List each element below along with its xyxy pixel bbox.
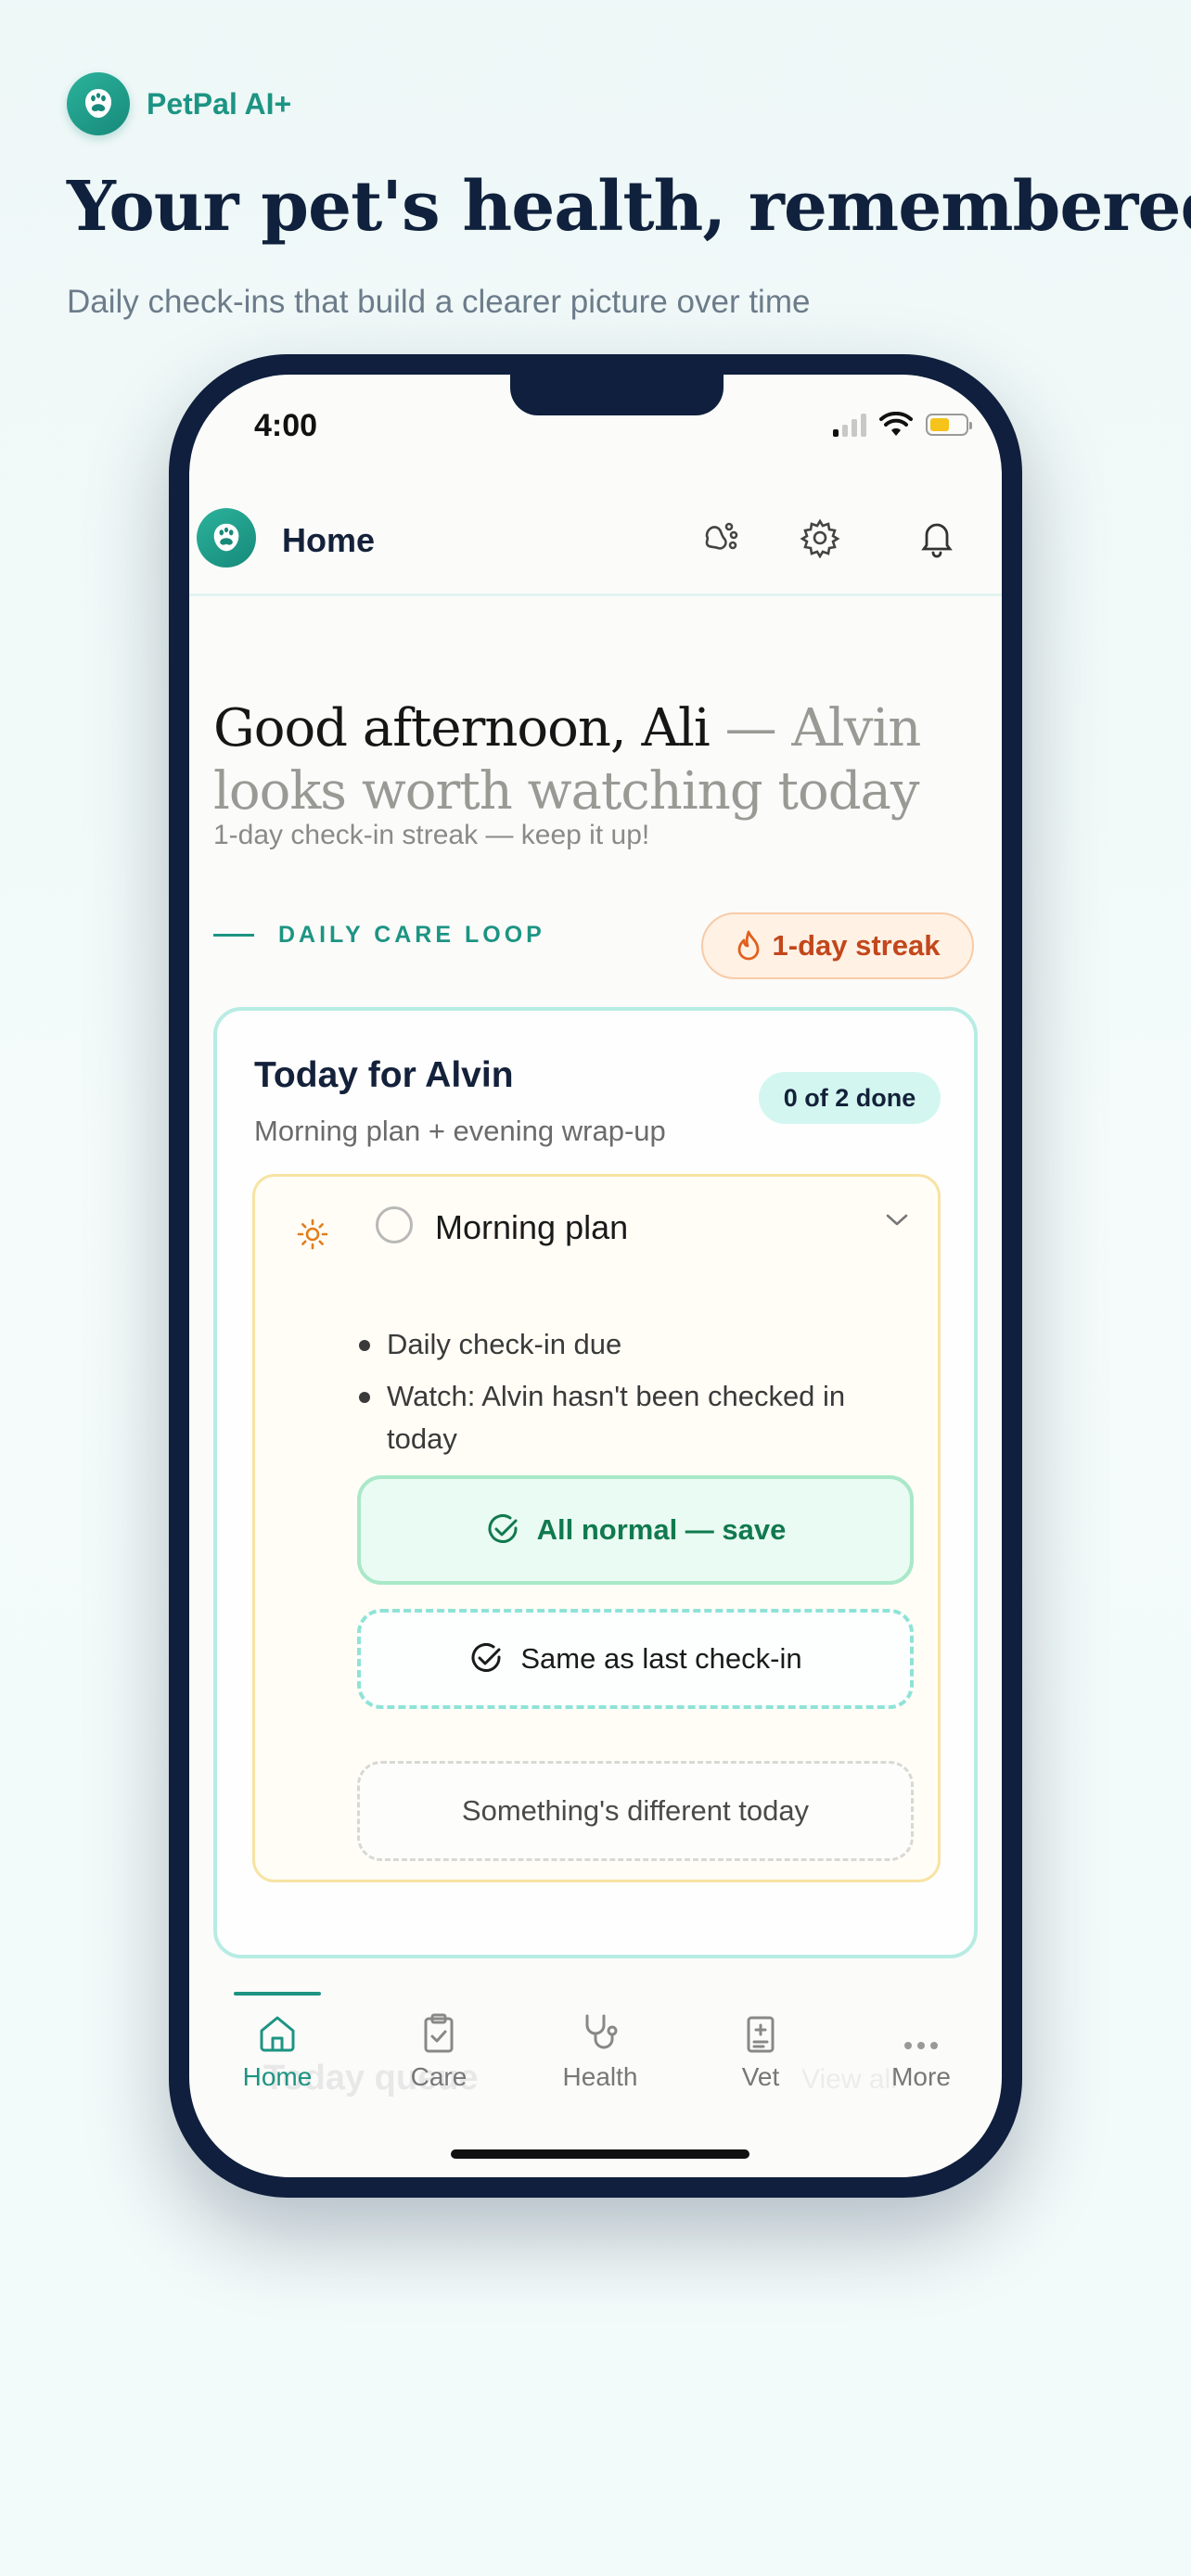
hero-subtitle: Daily check-ins that build a clearer pic… [67,284,811,320]
stethoscope-icon [540,2005,660,2055]
all-normal-save-button[interactable]: All normal — save [357,1475,914,1585]
tab-care[interactable]: Care [378,2005,499,2092]
plan-complete-checkbox[interactable] [376,1206,413,1243]
today-card-title: Today for Alvin [254,1055,514,1095]
something-different-label: Something's different today [461,1794,810,1827]
gear-icon[interactable] [798,516,842,560]
today-card: Today for Alvin Morning plan + evening w… [213,1007,978,1958]
tab-more[interactable]: More [861,2005,981,2092]
hero-title: Your pet's health, remembered [67,167,1191,247]
more-icon [861,2005,981,2055]
tab-label: Care [410,2062,467,2091]
sun-icon [294,1216,331,1257]
status-icons [833,412,972,438]
active-tab-indicator [234,1992,321,1996]
tab-label: Vet [741,2062,780,2091]
notch [510,375,724,415]
chevron-down-icon[interactable] [884,1210,910,1233]
medical-bag-icon [700,2005,821,2055]
streak-badge[interactable]: 1-day streak [701,912,974,979]
same-as-last-button[interactable]: Same as last check-in [357,1609,914,1709]
battery-icon [926,414,972,436]
streak-note: 1-day check-in streak — keep it up! [213,820,650,850]
phone-screen: 4:00 Home Good afternoon, Ali — Alvin lo… [189,375,1002,2177]
wifi-icon [879,412,913,436]
today-card-subtitle: Morning plan + evening wrap-up [254,1115,666,1147]
greeting-main: Good afternoon, Ali [213,698,711,759]
greeting-heading: Good afternoon, Ali — Alvin looks worth … [213,697,955,823]
app-logo-icon[interactable] [197,508,256,567]
clipboard-icon [378,2005,499,2055]
flame-icon [737,930,759,961]
morning-plan-card[interactable]: Morning plan Daily check-in due Watch: A… [252,1174,941,1882]
app-bar: Home [189,484,1002,596]
section-divider [213,934,254,937]
app-title: Home [282,521,376,559]
brand-name: PetPal AI+ [147,86,292,121]
home-icon [217,2005,338,2055]
check-circle-icon [488,1514,518,1543]
phone-frame: 4:00 Home Good afternoon, Ali — Alvin lo… [169,354,1022,2198]
section-label: DAILY CARE LOOP [213,922,545,949]
signal-icon [833,413,866,437]
tab-label: Health [562,2062,638,2091]
paw-logo-icon [67,72,130,135]
bell-icon[interactable] [915,516,959,560]
tab-home[interactable]: Home [217,2005,338,2092]
list-item: Watch: Alvin hasn't been checked in toda… [357,1375,904,1460]
section-label-text: DAILY CARE LOOP [278,922,545,948]
plan-items: Daily check-in due Watch: Alvin hasn't b… [357,1323,904,1470]
streak-badge-label: 1-day streak [772,929,941,962]
tab-health[interactable]: Health [540,2005,660,2092]
paw-icon[interactable] [698,516,742,560]
tab-label: Home [242,2062,313,2091]
tab-label: More [891,2062,951,2091]
brand: PetPal AI+ [67,72,291,135]
tab-bar: Home Care Health Vet More [189,1992,1002,2091]
same-as-last-label: Same as last check-in [520,1642,802,1675]
status-time: 4:00 [254,408,318,443]
all-normal-save-label: All normal — save [536,1513,787,1546]
list-item: Daily check-in due [357,1323,904,1366]
tab-vet[interactable]: Vet [700,2005,821,2092]
plan-title: Morning plan [435,1208,629,1246]
progress-badge: 0 of 2 done [759,1072,941,1124]
something-different-button[interactable]: Something's different today [357,1761,914,1861]
home-indicator[interactable] [451,2149,749,2159]
check-circle-icon [471,1643,501,1672]
